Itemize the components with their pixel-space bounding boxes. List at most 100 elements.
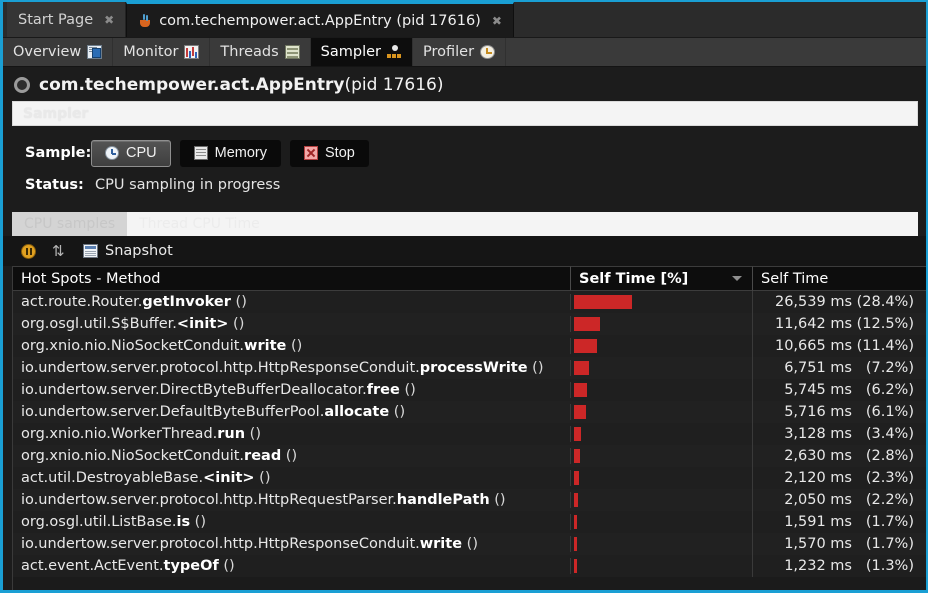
tab-threads[interactable]: Threads [210, 38, 311, 66]
cpu-sample-label: CPU [126, 145, 157, 161]
table-row[interactable]: io.undertow.server.protocol.http.HttpRes… [13, 357, 926, 379]
method-name: is [176, 514, 191, 530]
self-time-bar [574, 295, 632, 309]
document-tab-start-page[interactable]: Start Page ✖ [7, 2, 127, 37]
method-package: org.osgl.util.S$Buffer. [21, 316, 177, 332]
cell-method: io.undertow.server.DirectByteBufferDeall… [13, 382, 571, 398]
tab-overview[interactable]: Overview [3, 38, 114, 66]
tab-profiler[interactable]: Profiler [413, 38, 507, 66]
method-name: <init> [176, 316, 229, 332]
sampler-section-label: Sampler [23, 105, 89, 122]
results-tab-bar: CPU samples Thread CPU Time [12, 212, 918, 236]
method-args: () [218, 558, 235, 574]
self-time-ms: 26,539 ms [774, 294, 852, 310]
cell-self-time: 2,050 ms (2.2%) [753, 492, 926, 508]
page-title: com.techempower.act.AppEntry(pid 17616) [39, 75, 444, 95]
cell-method: act.route.Router.getInvoker () [13, 294, 571, 310]
method-name: handlePath [396, 492, 490, 508]
tab-cpu-samples-label: CPU samples [24, 216, 116, 232]
table-row[interactable]: io.undertow.server.DirectByteBufferDeall… [13, 379, 926, 401]
method-package: org.xnio.nio.NioSocketConduit. [21, 448, 245, 464]
self-time-ms: 5,745 ms [784, 382, 852, 398]
column-header-self-time[interactable]: Self Time [753, 266, 926, 291]
method-name: run [217, 426, 246, 442]
cell-method: act.util.DestroyableBase.<init> () [13, 470, 571, 486]
sampler-section-header: Sampler [12, 101, 918, 126]
self-time-percent: (1.7%) [865, 514, 914, 530]
view-tab-label: Monitor [123, 44, 179, 60]
cpu-sample-button[interactable]: CPU [91, 139, 171, 167]
tab-thread-cpu-time[interactable]: Thread CPU Time [127, 212, 272, 236]
close-icon[interactable]: ✖ [492, 14, 502, 28]
table-row[interactable]: org.xnio.nio.NioSocketConduit.read () 2,6… [13, 445, 926, 467]
method-args: () [254, 470, 271, 486]
self-time-bar [574, 471, 579, 485]
cell-self-time-bar [571, 357, 753, 379]
method-args: () [228, 316, 245, 332]
method-name: read [244, 448, 282, 464]
close-icon[interactable]: ✖ [104, 13, 114, 27]
self-time-bar [574, 559, 577, 573]
table-row[interactable]: io.undertow.server.protocol.http.HttpReq… [13, 489, 926, 511]
self-time-percent: (2.3%) [865, 470, 914, 486]
self-time-bar [574, 361, 589, 375]
cell-self-time-bar [571, 423, 753, 445]
table-row[interactable]: act.util.DestroyableBase.<init> () 2,120 … [13, 467, 926, 489]
cell-self-time-bar [571, 313, 753, 335]
document-tab-label: com.techempower.act.AppEntry (pid 17616) [159, 12, 481, 29]
cell-self-time-bar [571, 533, 753, 555]
view-tab-label: Sampler [320, 44, 382, 60]
table-row[interactable]: org.osgl.util.ListBase.is () 1,591 ms (1.7… [13, 511, 926, 533]
self-time-ms: 1,232 ms [784, 558, 852, 574]
snapshot-button[interactable]: Snapshot [83, 243, 173, 259]
table-row[interactable]: io.undertow.server.protocol.http.HttpRes… [13, 533, 926, 555]
tab-sampler[interactable]: Sampler [310, 38, 414, 66]
cell-self-time: 6,751 ms (7.2%) [753, 360, 926, 376]
self-time-percent: (6.2%) [865, 382, 914, 398]
column-header-method[interactable]: Hot Spots - Method [13, 266, 571, 291]
pause-icon[interactable] [21, 243, 36, 259]
method-package: act.util.DestroyableBase. [21, 470, 204, 486]
self-time-ms: 11,642 ms [774, 316, 852, 332]
cell-method: io.undertow.server.protocol.http.HttpReq… [13, 492, 571, 508]
method-package: org.xnio.nio.NioSocketConduit. [21, 338, 245, 354]
column-header-self-time-pct[interactable]: Self Time [%] [571, 266, 753, 291]
results-toolbar: ⇅ Snapshot [3, 236, 926, 266]
status-label: Status: [25, 177, 84, 193]
table-row[interactable]: act.route.Router.getInvoker () 26,539 ms(… [13, 291, 926, 313]
method-args: () [399, 382, 416, 398]
self-time-bar [574, 537, 577, 551]
table-row[interactable]: org.osgl.util.S$Buffer.<init> () 11,642 m… [13, 313, 926, 335]
table-row[interactable]: act.event.ActEvent.typeOf () 1,232 ms (1.3… [13, 555, 926, 577]
self-time-bar [574, 449, 580, 463]
self-time-percent: (12.5%) [856, 316, 914, 332]
refresh-icon[interactable]: ⇅ [52, 243, 67, 259]
method-args: () [389, 404, 406, 420]
cell-self-time-bar [571, 467, 753, 489]
method-args: () [462, 536, 478, 552]
table-row[interactable]: io.undertow.server.DefaultByteBufferPool… [13, 401, 926, 423]
method-args: () [245, 426, 261, 442]
memory-sample-label: Memory [214, 145, 267, 161]
tab-cpu-samples[interactable]: CPU samples [12, 212, 128, 236]
view-tab-label: Threads [220, 44, 279, 60]
stop-label: Stop [325, 145, 355, 161]
visualvm-window: Start Page ✖ com.techempower.act.AppEntr… [0, 0, 928, 593]
document-tab-appentry[interactable]: com.techempower.act.AppEntry (pid 17616)… [126, 2, 514, 37]
sample-label: Sample: [25, 145, 92, 161]
tab-monitor[interactable]: Monitor [113, 38, 211, 66]
table-row[interactable]: org.xnio.nio.NioSocketConduit.write () 10… [13, 335, 926, 357]
cell-self-time: 1,591 ms (1.7%) [753, 514, 926, 530]
monitor-icon [184, 45, 200, 59]
stop-button[interactable]: Stop [290, 139, 369, 167]
hot-spots-table: Hot Spots - Method Self Time [%] Self Ti… [12, 266, 926, 590]
profiler-icon [480, 45, 496, 59]
memory-sample-button[interactable]: Memory [179, 139, 281, 167]
method-package: org.osgl.util.ListBase. [21, 514, 177, 530]
table-row[interactable]: org.xnio.nio.WorkerThread.run () 3,128 ms… [13, 423, 926, 445]
cell-method: org.osgl.util.ListBase.is () [13, 514, 571, 530]
method-package: io.undertow.server.protocol.http.HttpReq… [21, 492, 397, 508]
column-header-self-time-pct-label: Self Time [%] [579, 270, 689, 287]
self-time-bar [574, 339, 597, 353]
method-package: io.undertow.server.DirectByteBufferDeall… [21, 382, 367, 398]
